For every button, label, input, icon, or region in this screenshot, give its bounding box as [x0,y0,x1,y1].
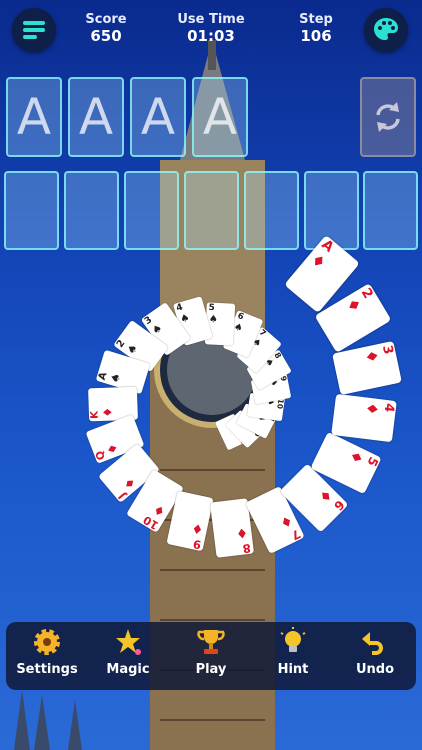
card-suit: ♦ [190,519,206,538]
card-suit: ♦ [100,406,116,418]
settings-button[interactable]: Settings [12,622,82,690]
menu-icon [23,21,45,39]
undo-arrow-icon [362,632,383,655]
play-button[interactable]: Play [176,622,246,690]
card-rank: 9 [192,536,203,551]
tableau-column-7[interactable] [363,171,418,250]
lightbulb-icon [280,627,306,652]
undo-label: Undo [355,662,395,677]
card-suit: ♦ [362,401,382,417]
card-rank: 8 [241,539,252,555]
hint-label: Hint [277,662,309,677]
palette-icon [374,18,398,40]
theme-button[interactable] [364,8,408,52]
hint-button[interactable]: Hint [258,622,328,690]
foundation-label: A [202,88,238,146]
card-suit: ♦ [104,440,122,457]
score-stat: Score 650 [61,12,151,45]
foundation-pile-2[interactable]: A [68,77,124,157]
foundation-pile-4[interactable]: A [192,77,248,157]
time-stat: Use Time 01:03 [166,12,256,45]
card-suit: ♦ [234,524,249,542]
card-suit: ♦ [345,447,367,467]
tableau-column-4[interactable] [184,171,239,250]
step-value: 106 [300,27,332,45]
spires-background [14,690,82,750]
refresh-icon [376,102,400,132]
tableau-column-1[interactable] [4,171,59,250]
card-rank: 3 [379,343,396,356]
time-label: Use Time [177,12,245,27]
magic-button[interactable]: Magic [93,622,163,690]
foundation-label: A [16,88,52,146]
undo-button[interactable]: Undo [340,622,410,690]
card-suit: ♠ [124,340,142,357]
card-suit: ♦ [342,294,366,316]
play-label: Play [195,662,227,677]
card-suit: ♦ [307,249,330,273]
foundation-pile-3[interactable]: A [130,77,186,157]
menu-button[interactable] [12,8,56,52]
tableau-column-3[interactable] [124,171,179,250]
step-stat: Step 106 [271,12,361,45]
bottom-toolbar: Settings Magic Play Hint Undo [6,622,416,690]
tableau-column-6[interactable] [304,171,359,250]
foundation-label: A [78,88,114,146]
step-label: Step [299,12,333,27]
score-value: 650 [90,27,122,45]
foundation-pile-1[interactable]: A [6,77,62,157]
card-rank: 4 [380,402,397,414]
card-suit: ♦ [361,347,383,365]
magic-label: Magic [106,662,150,677]
card-rank: K [89,410,102,419]
settings-label: Settings [16,662,78,677]
score-label: Score [85,12,127,27]
card-suit: ♦ [150,501,169,521]
tableau-column-2[interactable] [64,171,119,250]
card-suit: ♦ [121,473,140,492]
tableau-column-5[interactable] [244,171,299,250]
card-rank: 5 [208,301,216,313]
gear-icon [34,629,60,655]
foundation-label: A [140,88,176,146]
card-suit: ♠ [208,312,219,325]
card-suit: ♦ [276,511,296,533]
spiral-card: 4 ♦ [331,393,398,443]
stock-pile[interactable] [360,77,416,157]
magic-wand-icon [116,629,141,655]
card-suit: ♠ [107,370,124,385]
time-value: 01:03 [187,27,235,45]
trophy-icon [197,630,225,654]
